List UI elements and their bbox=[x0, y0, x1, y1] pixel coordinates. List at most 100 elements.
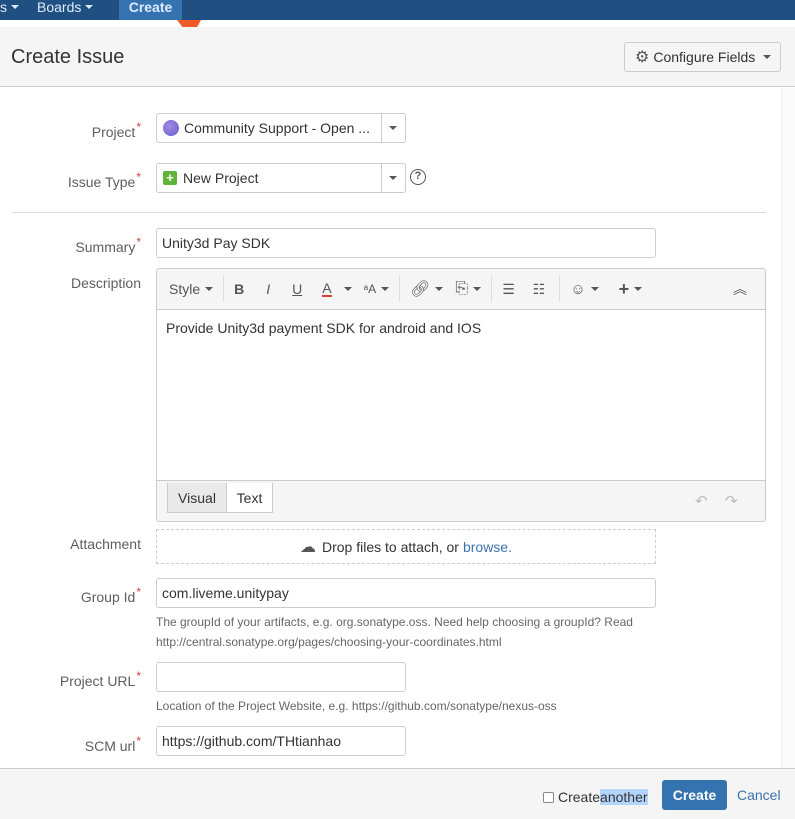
required-marker: * bbox=[136, 585, 141, 599]
chevron-down-icon bbox=[473, 287, 482, 291]
attachment-glyph: ⎘ bbox=[455, 280, 469, 297]
project-avatar-icon bbox=[163, 120, 179, 136]
tab-text[interactable]: Text bbox=[227, 483, 273, 513]
chevron-down-icon bbox=[634, 287, 643, 291]
configure-fields-button[interactable]: ⚙ Configure Fields bbox=[624, 42, 781, 72]
italic-icon[interactable]: I bbox=[260, 274, 276, 304]
create-another-checkbox[interactable]: Create another bbox=[543, 789, 648, 805]
toolbar-separator bbox=[223, 276, 225, 302]
project-url-label: Project URL* bbox=[60, 669, 141, 689]
undo-icon[interactable]: ↶ bbox=[695, 492, 708, 510]
dialog-title: Create Issue bbox=[11, 46, 125, 68]
cancel-link[interactable]: Cancel bbox=[737, 787, 781, 803]
dialog-footer: Create another Create Cancel bbox=[0, 768, 795, 819]
summary-label-text: Summary bbox=[75, 239, 136, 255]
required-marker: * bbox=[136, 669, 141, 683]
scrollbar[interactable] bbox=[781, 88, 795, 768]
numbered-list-icon[interactable]: ☷ bbox=[527, 274, 552, 304]
scm-url-label-text: SCM url bbox=[84, 738, 136, 754]
browse-link[interactable]: browse. bbox=[463, 539, 512, 555]
create-another-label-prefix: Create bbox=[558, 789, 601, 805]
section-divider bbox=[11, 212, 766, 213]
nav-item-boards[interactable]: Boards bbox=[37, 0, 94, 20]
toolbar-separator bbox=[559, 276, 561, 302]
collapse-toolbar-icon[interactable]: ︽ bbox=[727, 274, 753, 304]
nav-item-issues-label: s bbox=[0, 0, 7, 15]
project-url-label-text: Project URL bbox=[59, 673, 136, 689]
editor-toolbar: Style B I U A ᵃA 🔗︎ ⎘ ☰ ☷ ☺ + ︽ bbox=[157, 269, 765, 309]
attachment-icon[interactable]: ⎘ bbox=[449, 274, 487, 304]
group-id-help-line-2: http://central.sonatype.org/pages/choosi… bbox=[156, 635, 502, 649]
chevron-down-icon bbox=[85, 5, 94, 9]
help-icon[interactable]: ? bbox=[410, 169, 426, 185]
configure-fields-label: Configure Fields bbox=[653, 49, 756, 65]
group-id-help-line-1: The groupId of your artifacts, e.g. org.… bbox=[156, 615, 633, 629]
nav-create-button[interactable]: Create bbox=[119, 0, 182, 20]
project-select-value: Community Support - Open ... bbox=[184, 120, 370, 136]
text-color-icon[interactable]: A bbox=[316, 274, 357, 304]
create-another-label-highlight: another bbox=[600, 789, 648, 805]
insert-more-icon[interactable]: + bbox=[613, 274, 649, 304]
issue-type-label: Issue Type* bbox=[68, 170, 141, 190]
chevron-down-icon bbox=[763, 55, 772, 59]
description-editor: Style B I U A ᵃA 🔗︎ ⎘ ☰ ☷ ☺ + ︽ Provide … bbox=[156, 268, 766, 522]
chevron-down-icon bbox=[205, 287, 214, 291]
bullet-list-icon[interactable]: ☰ bbox=[496, 274, 521, 304]
summary-label: Summary* bbox=[75, 235, 141, 255]
nav-item-issues[interactable]: s bbox=[0, 0, 19, 20]
dialog-header: Create Issue ⚙ Configure Fields bbox=[0, 27, 795, 87]
gear-icon: ⚙ bbox=[635, 49, 650, 66]
chevron-down-icon bbox=[381, 287, 390, 291]
attachment-drop-text: Drop files to attach, or bbox=[322, 538, 459, 555]
description-label: Description bbox=[71, 275, 141, 291]
summary-input[interactable]: Unity3d Pay SDK bbox=[156, 228, 656, 258]
tab-visual[interactable]: Visual bbox=[167, 483, 227, 513]
project-url-input[interactable] bbox=[156, 662, 406, 692]
redo-icon[interactable]: ↷ bbox=[725, 492, 738, 510]
text-effects-icon[interactable]: ᵃA bbox=[358, 274, 395, 304]
plus-glyph: + bbox=[618, 278, 630, 299]
project-dropdown-trigger[interactable] bbox=[381, 114, 405, 142]
nav-item-boards-label: Boards bbox=[37, 0, 82, 15]
underline-icon[interactable]: U bbox=[286, 274, 308, 304]
description-textarea[interactable]: Provide Unity3d payment SDK for android … bbox=[157, 309, 765, 481]
description-label-text: Description bbox=[70, 275, 141, 291]
emoticon-glyph: ☺ bbox=[570, 280, 586, 298]
chevron-down-icon bbox=[435, 287, 444, 291]
required-marker: * bbox=[136, 120, 141, 134]
style-dropdown[interactable]: Style bbox=[157, 274, 219, 304]
checkbox-icon[interactable] bbox=[543, 791, 554, 803]
chevron-down-icon bbox=[590, 287, 599, 291]
text-color-glyph: A bbox=[322, 280, 332, 297]
style-dropdown-label: Style bbox=[169, 281, 201, 297]
scm-url-input[interactable]: https://github.com/THtianhao bbox=[156, 726, 406, 756]
new-project-type-icon: + bbox=[163, 171, 177, 185]
link-icon[interactable]: 🔗︎ bbox=[404, 274, 449, 304]
required-marker: * bbox=[136, 734, 141, 748]
project-url-help: Location of the Project Website, e.g. ht… bbox=[156, 699, 557, 713]
issue-type-select-value: New Project bbox=[183, 170, 259, 186]
create-button[interactable]: Create bbox=[662, 780, 727, 810]
chevron-down-icon bbox=[11, 5, 19, 9]
toolbar-separator bbox=[491, 276, 493, 302]
scm-url-label: SCM url* bbox=[85, 734, 141, 754]
attachment-label: Attachment bbox=[70, 536, 141, 552]
toolbar-separator bbox=[399, 276, 401, 302]
issue-type-select[interactable]: + New Project bbox=[156, 163, 406, 193]
project-select[interactable]: Community Support - Open ... bbox=[156, 113, 406, 143]
top-navigation-bar: s Boards Create bbox=[0, 0, 795, 20]
emoticon-icon[interactable]: ☺ bbox=[564, 274, 604, 304]
project-label-text: Project bbox=[91, 124, 136, 140]
issue-type-label-text: Issue Type bbox=[67, 174, 136, 190]
issue-type-dropdown-trigger[interactable] bbox=[381, 164, 405, 192]
text-effects-glyph: ᵃA bbox=[363, 282, 377, 296]
required-marker: * bbox=[136, 235, 141, 249]
attachment-label-text: Attachment bbox=[70, 536, 141, 552]
required-marker: * bbox=[136, 170, 141, 184]
attachment-dropzone[interactable]: ☁ Drop files to attach, or browse. bbox=[156, 529, 656, 564]
chevron-down-icon bbox=[343, 287, 352, 291]
bold-icon[interactable]: B bbox=[228, 274, 250, 304]
group-id-label: Group Id* bbox=[81, 585, 141, 605]
group-id-input[interactable]: com.liveme.unitypay bbox=[156, 578, 656, 608]
project-label: Project* bbox=[92, 120, 141, 140]
